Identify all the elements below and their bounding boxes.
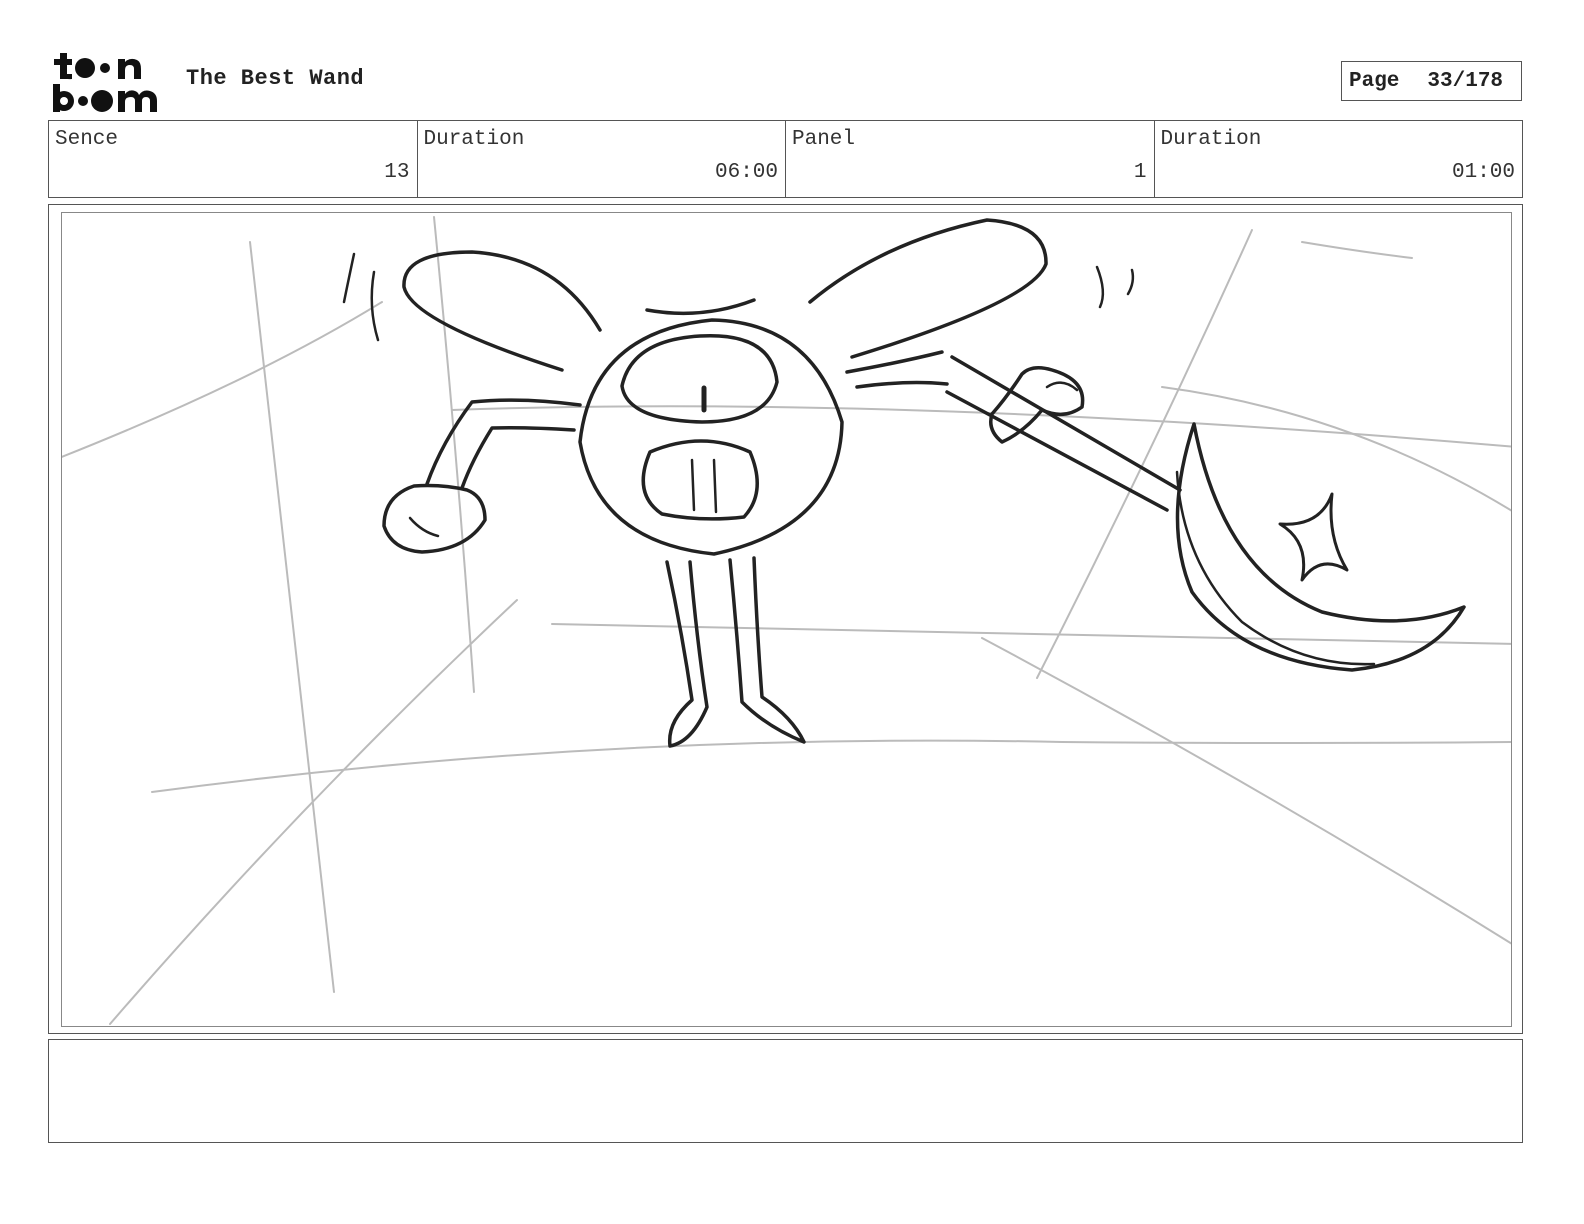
page-label: Page <box>1349 69 1400 93</box>
panel-duration-value: 01:00 <box>1451 161 1515 184</box>
scene-label: Sence <box>55 128 119 151</box>
scene-info-table: Sence 13 Duration 06:00 Panel 1 Duration… <box>48 120 1523 198</box>
scene-duration-label: Duration <box>423 128 525 151</box>
panel-notes-box[interactable] <box>48 1039 1523 1143</box>
toon-boom-logo <box>53 53 157 112</box>
storyboard-panel <box>48 204 1523 1034</box>
character-sketch <box>342 218 1466 748</box>
panel-value: 1 <box>1133 161 1147 184</box>
scene-value: 13 <box>384 161 410 184</box>
panel-duration-cell: Duration 01:00 <box>1155 121 1523 197</box>
sketch-drawing <box>62 216 1511 1025</box>
project-title: The Best Wand <box>186 66 365 91</box>
perspective-guides <box>62 216 1511 1025</box>
page-number: 33/178 <box>1427 69 1504 93</box>
panel-label: Panel <box>792 128 856 151</box>
scene-cell: Sence 13 <box>49 121 418 197</box>
scene-duration-value: 06:00 <box>714 161 778 184</box>
panel-duration-label: Duration <box>1160 128 1262 151</box>
panel-cell: Panel 1 <box>786 121 1155 197</box>
panel-image-frame <box>61 212 1512 1027</box>
scene-duration-cell: Duration 06:00 <box>418 121 786 197</box>
page-indicator: Page 33/178 <box>1341 61 1522 101</box>
